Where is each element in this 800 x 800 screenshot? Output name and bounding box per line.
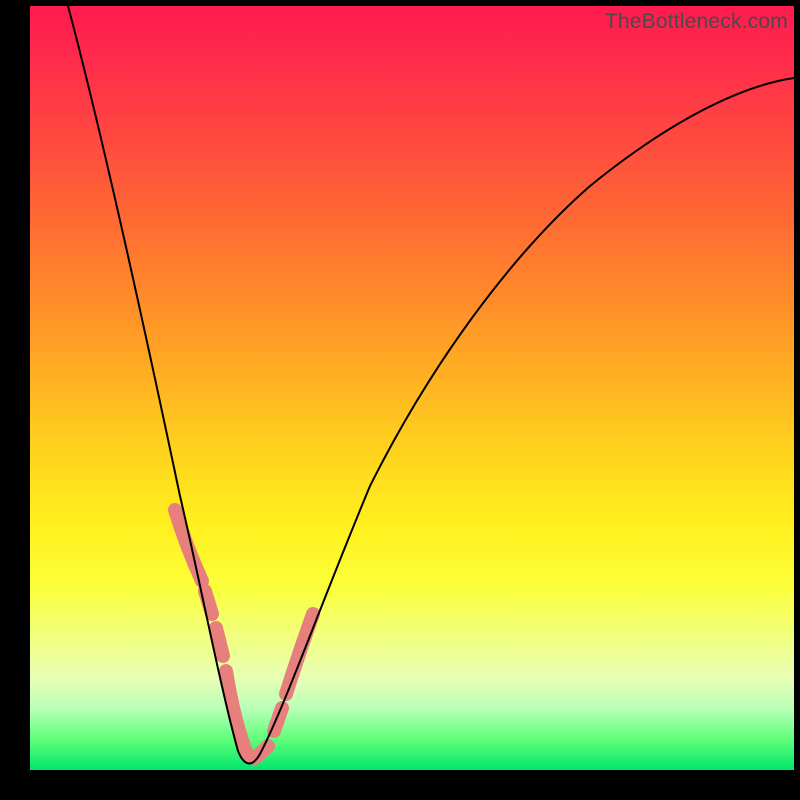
plot-area: TheBottleneck.com: [30, 6, 794, 770]
highlight-segments: [175, 510, 313, 758]
highlight-seg-7: [286, 614, 313, 694]
bottleneck-curve: [68, 6, 794, 763]
chart-frame: TheBottleneck.com: [0, 0, 800, 800]
highlight-seg-1: [175, 510, 202, 581]
curve-layer: [30, 6, 794, 770]
highlight-seg-3: [216, 628, 223, 656]
